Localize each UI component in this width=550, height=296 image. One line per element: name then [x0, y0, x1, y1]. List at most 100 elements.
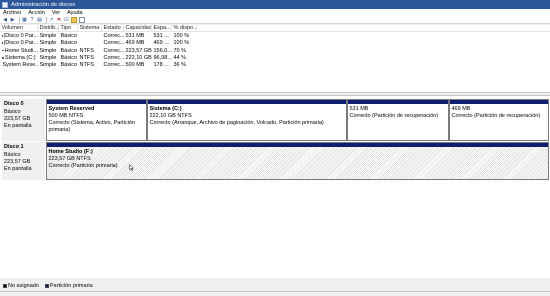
- cell-text: 223,57 GB: [125, 47, 152, 54]
- menu-bar: Archivo Acción Ver Ayuda: [0, 9, 550, 16]
- partition-status: Correcto (Sistema, Activo, Partición pri…: [48, 119, 136, 133]
- partition-size: 222,10 GB NTFS: [149, 112, 192, 119]
- cell-disponible: 36 %: [172, 61, 197, 68]
- partition-recovery-531[interactable]: 531 MB Correcto (Partición de recuperaci…: [347, 99, 449, 141]
- column-header-capacidad[interactable]: Capacidad: [124, 25, 152, 32]
- toolbar-separator: [19, 16, 20, 23]
- cell-espacio: 96,98...: [152, 54, 172, 61]
- disk-0-label[interactable]: Disco 0 Básico 223,57 GB En pantalla: [2, 99, 45, 141]
- unallocated-swatch: [3, 284, 7, 288]
- disk-size: 223,57 GB: [4, 116, 31, 123]
- cell-sistema: NTFS: [78, 61, 102, 68]
- partition-recovery-469[interactable]: 469 MB Correcto (Partición de recuperaci…: [449, 99, 549, 141]
- column-header-sistema[interactable]: Sistema ...: [78, 25, 102, 32]
- partition-size: 223,57 GB NTFS: [48, 155, 91, 162]
- disk-name: Disco 1: [4, 144, 24, 150]
- menu-archivo[interactable]: Archivo: [3, 10, 21, 16]
- partition-sistema-c[interactable]: Sistema (C:) 222,10 GB NTFS Correcto (Ar…: [147, 99, 347, 141]
- cell-text: NTFS: [79, 62, 94, 69]
- volume-row[interactable]: (Disco 0 Par... Simple Básico Correc... 531 …: [0, 32, 550, 39]
- column-header-volumen[interactable]: Volumen: [0, 25, 38, 32]
- cell-text: Básico: [60, 62, 78, 69]
- volume-row[interactable]: (Disco 0 Par... Simple Básico Correc... 469 …: [0, 40, 550, 47]
- disk-1-label[interactable]: Disco 1 Básico 223,57 GB En pantalla: [2, 142, 45, 180]
- cell-volumen: Sistema (C:): [0, 54, 38, 61]
- disk-map: Disco 0 Básico 223,57 GB En pantalla Sys…: [0, 96, 550, 278]
- partition-home-studio-f[interactable]: Home Studio (F:) 223,57 GB NTFS Correcto…: [46, 142, 549, 180]
- cell-text: Simple: [39, 47, 57, 54]
- cell-sistema: NTFS: [78, 47, 102, 54]
- cell-text: Simple: [39, 54, 57, 61]
- cell-text: System Rese...: [2, 62, 39, 69]
- cell-tipo: Básico: [59, 47, 78, 54]
- partition-status: Correcto (Partición de recuperación): [451, 112, 541, 119]
- toolbar-separator: [46, 16, 47, 23]
- cell-sistema: [78, 40, 102, 47]
- cell-disponible: 100 %: [172, 32, 197, 39]
- window-title: Administración de discos: [11, 1, 76, 8]
- volume-icon: [1, 42, 3, 44]
- cell-text: Simple: [39, 40, 57, 47]
- partition-name: Sistema (C:): [149, 105, 182, 112]
- column-header-estado[interactable]: Estado: [102, 25, 124, 32]
- legend-bar: [0, 291, 550, 296]
- document-icon[interactable]: [78, 16, 85, 23]
- volume-row[interactable]: Sistema (C:) Simple Básico NTFS Correc... 222…: [0, 54, 550, 61]
- cell-tipo: Básico: [59, 61, 78, 68]
- back-arrow-icon[interactable]: ◀: [2, 17, 8, 23]
- cell-text: 178 ...: [153, 62, 169, 69]
- cell-sistema: [78, 32, 102, 39]
- cell-espacio: 531 ...: [152, 32, 172, 39]
- legend-primary-label: Partición primaria: [49, 283, 93, 289]
- cell-text: 531 ...: [153, 32, 169, 39]
- partition-name: Home Studio (F:): [48, 148, 93, 155]
- menu-accion[interactable]: Acción: [28, 10, 45, 16]
- help-icon[interactable]: ?: [29, 17, 35, 23]
- menu-ayuda[interactable]: Ayuda: [67, 10, 83, 16]
- cell-estado: Correc...: [102, 54, 125, 61]
- properties-icon[interactable]: ▤: [37, 17, 43, 23]
- cell-text: Simple: [39, 62, 57, 69]
- volume-list: Volumen Distrib... Tipo Sistema ... Esta…: [0, 25, 550, 92]
- cell-capacidad: 469 MB: [124, 40, 152, 47]
- cell-text: Simple: [39, 32, 57, 39]
- partition-size: 500 MB NTFS: [48, 112, 84, 119]
- column-header-distribucion[interactable]: Distrib...: [38, 25, 59, 32]
- column-header-tipo[interactable]: Tipo: [59, 25, 78, 32]
- checklist-icon[interactable]: ☑: [64, 17, 70, 23]
- partition-name: System Reserved: [48, 105, 95, 112]
- cell-text: Correc...: [103, 47, 125, 54]
- cell-tipo: Básico: [59, 32, 78, 39]
- partition-system-reserved[interactable]: System Reserved 500 MB NTFS Correcto (Si…: [46, 99, 147, 141]
- partition-size: 531 MB: [349, 105, 369, 112]
- cell-volumen: (Disco 0 Par...: [0, 32, 38, 39]
- delete-icon[interactable]: ✕: [56, 17, 62, 23]
- volume-row[interactable]: System Rese... Simple Básico NTFS Correc... 5…: [0, 61, 550, 68]
- column-header-disponible[interactable]: % dispo...: [172, 25, 197, 32]
- menu-ver[interactable]: Ver: [52, 10, 60, 16]
- cell-volumen: Home Studi...: [0, 47, 38, 54]
- volume-row[interactable]: Home Studi... Simple Básico NTFS Correc... 22…: [0, 47, 550, 54]
- cell-text: 531 MB: [125, 32, 145, 39]
- cell-capacidad: 222,10 GB: [124, 54, 152, 61]
- new-folder-icon[interactable]: [71, 16, 77, 23]
- cell-capacidad: 500 MB: [124, 61, 152, 68]
- disk-status: En pantalla: [4, 123, 32, 130]
- column-header-espacio[interactable]: Espa...: [152, 25, 172, 32]
- cell-text: 100 %: [173, 40, 190, 47]
- connect-icon[interactable]: ↗: [49, 17, 55, 23]
- console-tree-icon[interactable]: ▦: [22, 17, 28, 23]
- volume-icon: [1, 35, 3, 37]
- cell-distribucion: Simple: [38, 47, 59, 54]
- cell-text: Correc...: [103, 54, 125, 61]
- disk-1: Disco 1 Básico 223,57 GB En pantalla Hom…: [2, 142, 549, 180]
- cell-estado: Correc...: [102, 40, 125, 47]
- forward-arrow-icon[interactable]: ▶: [10, 17, 16, 23]
- cell-volumen: System Rese...: [0, 61, 39, 69]
- cell-text: 469 MB: [125, 40, 145, 47]
- legend: No asignado Partición primaria: [0, 278, 550, 296]
- cell-text: Básico: [60, 54, 78, 61]
- cell-text: 469 ...: [153, 40, 169, 47]
- cell-text: Correc...: [103, 62, 125, 69]
- disk-0: Disco 0 Básico 223,57 GB En pantalla Sys…: [2, 99, 549, 141]
